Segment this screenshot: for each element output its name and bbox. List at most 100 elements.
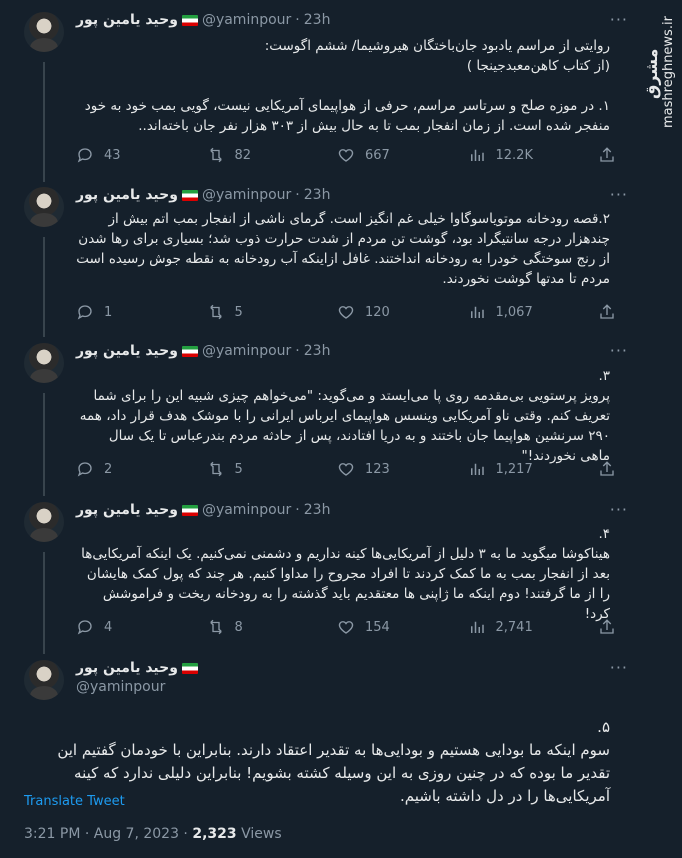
share-icon (600, 147, 614, 162)
author-handle[interactable]: @yaminpour (202, 12, 291, 28)
share-button[interactable] (598, 460, 616, 478)
views-label: Views (236, 826, 282, 842)
reply-button[interactable]: 1 (76, 303, 156, 321)
like-count: 667 (365, 147, 390, 163)
author-handle[interactable]: @yaminpour (202, 343, 291, 359)
iran-flag-icon (181, 189, 198, 201)
retweet-icon (209, 147, 222, 163)
retweet-button[interactable]: 5 (207, 303, 287, 321)
like-button[interactable]: 154 (337, 618, 417, 636)
thread-connector (43, 552, 45, 654)
tweet-text: روایتی از مراسم یادبود جان‌باختگان هیروش… (84, 38, 610, 134)
heart-icon (338, 463, 354, 476)
retweet-icon (209, 619, 222, 635)
views-count: 1,067 (495, 304, 533, 320)
tweet-header: وحید یامین پور @yaminpour (76, 660, 198, 695)
like-count: 120 (365, 304, 390, 320)
views-icon (470, 463, 484, 475)
avatar[interactable] (24, 12, 64, 52)
retweet-count: 8 (234, 619, 243, 635)
retweet-icon (209, 461, 222, 477)
reply-button[interactable]: 4 (76, 618, 156, 636)
views-button[interactable]: 1,067 (468, 303, 548, 321)
reply-icon (77, 305, 92, 320)
tweet-header: وحید یامین پور @yaminpour · 23h (76, 343, 330, 359)
author-handle[interactable]: @yaminpour (202, 187, 291, 203)
more-options-icon[interactable]: ··· (610, 658, 628, 677)
avatar[interactable] (24, 660, 64, 700)
author-handle[interactable]: @yaminpour (76, 679, 198, 695)
more-options-icon[interactable]: ··· (610, 10, 628, 29)
reply-icon (77, 148, 92, 163)
retweet-button[interactable]: 8 (207, 618, 287, 636)
thread-connector (43, 62, 45, 182)
views-icon (470, 621, 484, 633)
reply-count: 1 (104, 304, 113, 320)
thread-connector (43, 237, 45, 337)
reply-icon (77, 620, 92, 635)
iran-flag-icon (181, 14, 198, 26)
heart-icon (338, 621, 354, 634)
reply-count: 43 (104, 147, 121, 163)
like-button[interactable]: 667 (337, 146, 417, 164)
retweet-count: 82 (234, 147, 252, 163)
share-icon (600, 619, 614, 634)
tweet-header: وحید یامین پور @yaminpour · 23h (76, 12, 330, 28)
views-button[interactable]: 2,741 (468, 618, 548, 636)
separator-dot: · (295, 12, 300, 28)
like-count: 154 (365, 619, 390, 635)
iran-flag-icon (181, 662, 198, 674)
translate-tweet-link[interactable]: Translate Tweet (24, 794, 125, 809)
views-button[interactable]: 1,217 (468, 460, 548, 478)
iran-flag-icon (181, 504, 198, 516)
views-button[interactable]: 12.2K (468, 146, 548, 164)
retweet-button[interactable]: 5 (207, 460, 287, 478)
tweet-meta: 3:21 PM · Aug 7, 2023 · 2,323 Views (24, 826, 282, 842)
views-count: 12.2K (495, 147, 533, 163)
separator-dot: · (295, 343, 300, 359)
reply-count: 2 (104, 461, 113, 477)
views-icon (470, 149, 484, 161)
avatar[interactable] (24, 343, 64, 383)
share-button[interactable] (598, 303, 616, 321)
more-options-icon[interactable]: ··· (610, 341, 628, 360)
iran-flag-icon (181, 345, 198, 357)
share-button[interactable] (598, 618, 616, 636)
share-icon (600, 304, 614, 319)
like-count: 123 (365, 461, 390, 477)
like-button[interactable]: 123 (337, 460, 417, 478)
avatar[interactable] (24, 187, 64, 227)
tweet-actions: 1 5 120 1,067 (76, 303, 616, 321)
author-handle[interactable]: @yaminpour (202, 502, 291, 518)
views-icon (470, 306, 484, 318)
site-watermark: مشرق mashreghnews.ir (642, 12, 676, 132)
author-name[interactable]: وحید یامین پور (76, 12, 178, 28)
author-name[interactable]: وحید یامین پور (76, 187, 178, 203)
reply-button[interactable]: 2 (76, 460, 156, 478)
tweet-date[interactable]: 3:21 PM · Aug 7, 2023 · (24, 826, 192, 842)
retweet-count: 5 (234, 461, 243, 477)
retweet-button[interactable]: 82 (207, 146, 287, 164)
tweet-actions: 4 8 154 2,741 (76, 618, 616, 636)
tweet-header: وحید یامین پور @yaminpour · 23h (76, 187, 330, 203)
more-options-icon[interactable]: ··· (610, 500, 628, 519)
retweet-icon (209, 304, 222, 320)
tweet-time[interactable]: 23h (304, 187, 331, 203)
author-name[interactable]: وحید یامین پور (76, 660, 178, 676)
heart-icon (338, 149, 354, 162)
more-options-icon[interactable]: ··· (610, 185, 628, 204)
reply-button[interactable]: 43 (76, 146, 156, 164)
share-button[interactable] (598, 146, 616, 164)
reply-count: 4 (104, 619, 113, 635)
tweet-time[interactable]: 23h (304, 12, 331, 28)
tweet-text: ۴. هیناکوشا میگوید ما به ۳ دلیل از آمریک… (81, 526, 610, 622)
avatar[interactable] (24, 502, 64, 542)
tweet-text: ۲.قصه رودخانه موتویاسوگاوا خیلی غم انگیز… (76, 211, 610, 287)
like-button[interactable]: 120 (337, 303, 417, 321)
author-name[interactable]: وحید یامین پور (76, 343, 178, 359)
tweet-time[interactable]: 23h (304, 502, 331, 518)
separator-dot: · (295, 502, 300, 518)
tweet-time[interactable]: 23h (304, 343, 331, 359)
tweet-text: ۳. پرویز پرستویی بی‌مقدمه روی پا می‌ایست… (79, 368, 610, 464)
author-name[interactable]: وحید یامین پور (76, 502, 178, 518)
